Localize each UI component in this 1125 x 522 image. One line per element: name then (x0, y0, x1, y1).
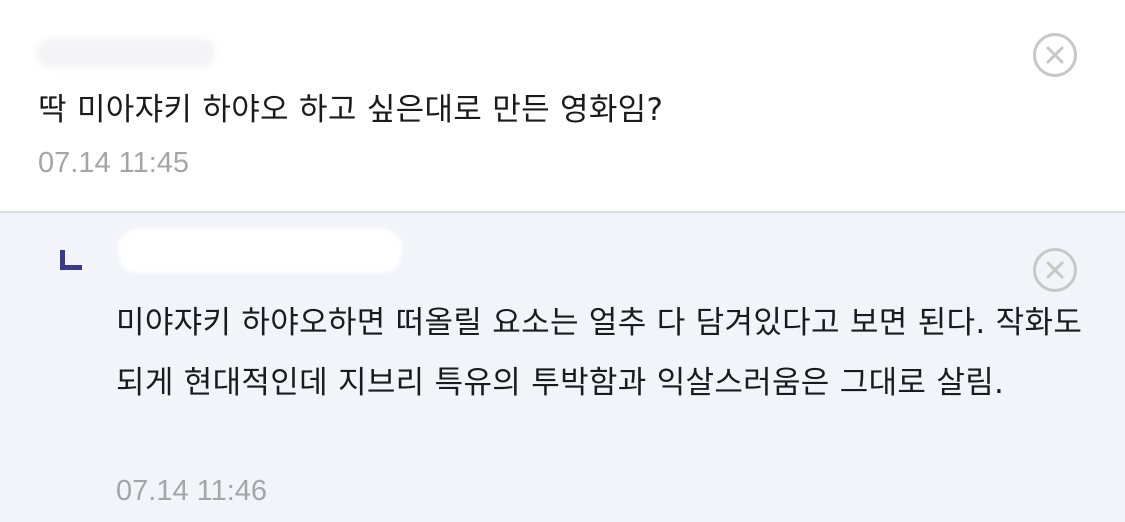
comment-item: 딱 미아쟈키 하야오 하고 싶은대로 만든 영화임? 07.14 11:45 (0, 0, 1125, 211)
reply-indicator-icon (60, 250, 82, 270)
close-icon (1046, 261, 1064, 279)
delete-comment-button[interactable] (1033, 33, 1077, 77)
delete-reply-button[interactable] (1033, 248, 1077, 292)
author-name-redacted (118, 229, 402, 273)
close-icon (1046, 46, 1064, 64)
comment-text: 딱 미아쟈키 하야오 하고 싶은대로 만든 영화임? (38, 92, 664, 128)
reply-item: 미야쟈키 하야오하면 떠올릴 요소는 얼추 다 담겨있다고 보면 된다. 작화도… (0, 211, 1125, 522)
reply-text: 미야쟈키 하야오하면 떠올릴 요소는 얼추 다 담겨있다고 보면 된다. 작화도… (116, 305, 1083, 401)
author-name-redacted (36, 38, 216, 68)
reply-timestamp: 07.14 11:46 (116, 475, 268, 507)
comment-timestamp: 07.14 11:45 (38, 147, 190, 179)
